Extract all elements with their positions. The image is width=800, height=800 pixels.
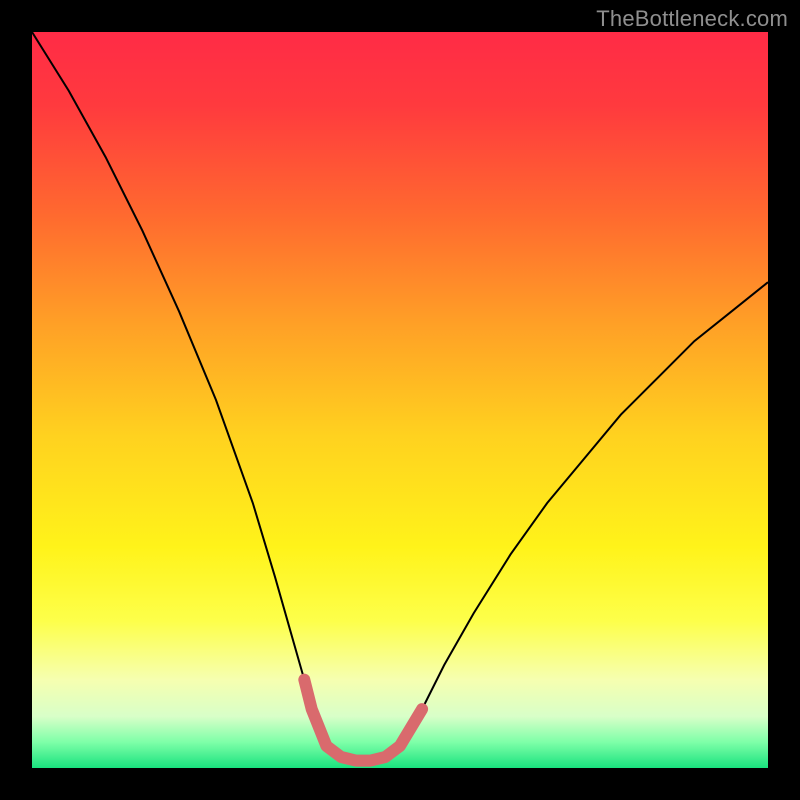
chart-svg — [0, 0, 800, 800]
chart-frame: TheBottleneck.com — [0, 0, 800, 800]
plot-background — [32, 32, 768, 768]
